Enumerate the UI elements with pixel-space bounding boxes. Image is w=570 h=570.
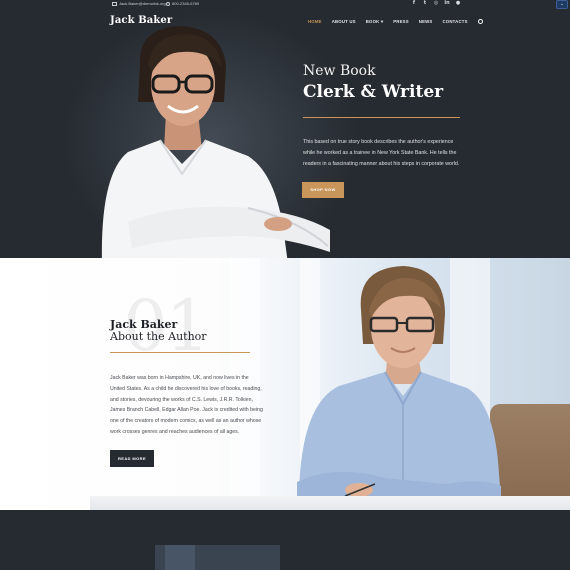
- phone-icon: [166, 1, 170, 6]
- twitter-icon[interactable]: t: [422, 0, 428, 6]
- nav-news[interactable]: NEWS: [419, 19, 433, 25]
- hero-section: Jack.Baker@demolink.org 800-2345-6789 f …: [0, 0, 570, 258]
- nav-contacts[interactable]: CONTACTS: [443, 19, 468, 25]
- about-divider: [110, 352, 250, 353]
- read-more-button[interactable]: READ MORE: [110, 450, 154, 467]
- hero-divider: [303, 117, 460, 118]
- email-text: Jack.Baker@demolink.org: [119, 1, 166, 6]
- desk: [90, 496, 570, 510]
- book-cover-image: [155, 545, 280, 570]
- hero-kicker: New Book: [303, 63, 376, 79]
- shop-now-button[interactable]: SHOP NOW: [302, 182, 344, 198]
- linkedin-icon[interactable]: in: [444, 0, 450, 6]
- chevron-down-icon[interactable]: ⌄: [556, 0, 568, 9]
- hero-title: Clerk & Writer: [303, 82, 444, 102]
- book-cover-detail: [165, 545, 195, 570]
- about-description: Jack Baker was born in Hampshire, UK, an…: [110, 375, 263, 435]
- nav-book[interactable]: BOOK ▾: [366, 19, 383, 25]
- search-icon[interactable]: [477, 18, 483, 24]
- phone-text: 800-2345-6789: [172, 1, 200, 6]
- nav-book-label: BOOK: [365, 19, 380, 24]
- pinterest-icon[interactable]: ●: [455, 0, 461, 6]
- about-subtitle: About the Author: [110, 330, 207, 343]
- envelope-icon: [112, 1, 117, 6]
- hero-description: This based on true story book describes …: [303, 139, 460, 167]
- phone-contact[interactable]: 800-2345-6789: [166, 1, 199, 6]
- instagram-icon[interactable]: ◎: [433, 0, 439, 6]
- social-links: f t ◎ in ●: [411, 0, 461, 6]
- facebook-icon[interactable]: f: [411, 0, 417, 6]
- author-portrait-about: [297, 266, 501, 510]
- next-section: [0, 510, 570, 570]
- email-contact[interactable]: Jack.Baker@demolink.org: [112, 1, 166, 6]
- topbar: Jack.Baker@demolink.org 800-2345-6789 f …: [0, 0, 570, 9]
- author-portrait-hero: [101, 26, 330, 258]
- nav-press[interactable]: PRESS: [393, 19, 409, 25]
- caret-down-icon: ▾: [380, 19, 384, 24]
